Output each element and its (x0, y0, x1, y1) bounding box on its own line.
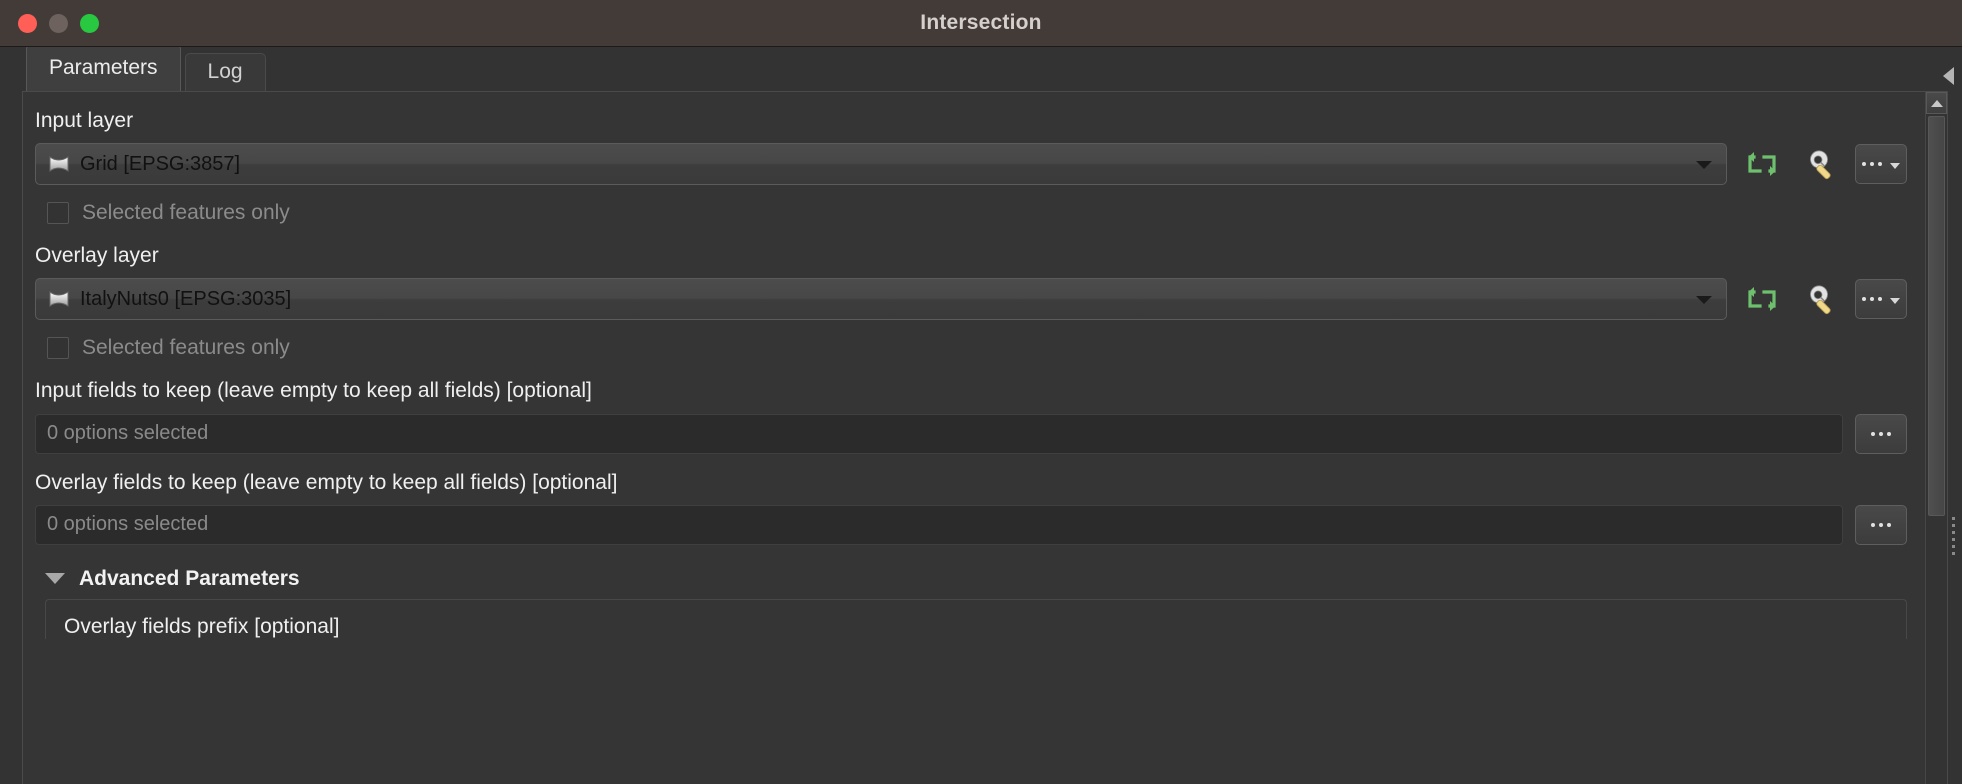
overlay-layer-value: ItalyNuts0 [EPSG:3035] (80, 288, 291, 311)
grip-dot (1952, 517, 1955, 520)
scroll-up-arrow-icon (1931, 100, 1943, 107)
traffic-lights-group (0, 14, 99, 33)
overlay-selected-features-only-checkbox[interactable] (47, 337, 69, 359)
vertical-scrollbar[interactable] (1925, 92, 1947, 784)
input-layer-advanced-options-button[interactable] (1797, 143, 1843, 185)
dot-icon (1879, 523, 1883, 527)
dot-icon (1887, 523, 1891, 527)
tab-bar: Parameters Log (0, 47, 1962, 91)
advanced-parameters-toggle[interactable]: Advanced Parameters (35, 567, 1907, 591)
scroll-up-button[interactable] (1926, 92, 1947, 114)
dot-icon (1878, 162, 1882, 166)
input-selected-features-only-row[interactable]: Selected features only (35, 201, 1907, 225)
grip-dot (1952, 524, 1955, 527)
dot-icon (1871, 523, 1875, 527)
title-bar: Intersection (0, 0, 1962, 47)
parameters-panel: Input layer Grid [EPSG:38 (22, 91, 1948, 784)
input-layer-label: Input layer (35, 108, 1907, 133)
overlay-fields-to-keep-field[interactable]: 0 options selected (35, 505, 1843, 545)
window-title: Intersection (0, 11, 1962, 35)
iterate-features-icon (1745, 149, 1779, 179)
advanced-parameters-title: Advanced Parameters (79, 567, 300, 591)
triangle-down-icon (45, 573, 65, 584)
close-button[interactable] (18, 14, 37, 33)
input-fields-to-keep-field[interactable]: 0 options selected (35, 414, 1843, 454)
collapse-left-arrow-icon[interactable] (1943, 67, 1954, 85)
chevron-down-icon (1890, 163, 1900, 169)
input-layer-value: Grid [EPSG:3857] (80, 153, 240, 176)
iterate-features-icon (1745, 284, 1779, 314)
input-layer-combobox[interactable]: Grid [EPSG:3857] (35, 143, 1727, 185)
intersection-dialog-window: Intersection Parameters Log Input layer (0, 0, 1962, 784)
dot-icon (1870, 297, 1874, 301)
overlay-layer-label: Overlay layer (35, 243, 1907, 268)
dialog-body: Parameters Log Input layer (0, 47, 1962, 784)
dot-icon (1862, 162, 1866, 166)
chevron-down-icon (1696, 161, 1712, 169)
overlay-layer-menu-button[interactable] (1855, 279, 1907, 319)
advanced-parameters-group: Overlay fields prefix [optional] (45, 599, 1907, 639)
grip-dot (1952, 545, 1955, 548)
dot-icon (1871, 432, 1875, 436)
overlay-layer-advanced-options-button[interactable] (1797, 278, 1843, 320)
overlay-fields-prefix-label: Overlay fields prefix [optional] (64, 614, 1890, 639)
overlay-fields-to-keep-value: 0 options selected (47, 513, 208, 536)
input-layer-menu-button[interactable] (1855, 144, 1907, 184)
tab-log[interactable]: Log (185, 53, 266, 91)
input-selected-features-only-checkbox[interactable] (47, 202, 69, 224)
dot-icon (1879, 432, 1883, 436)
tab-parameters[interactable]: Parameters (26, 47, 181, 91)
overlay-layer-iterate-button[interactable] (1739, 278, 1785, 320)
overlay-layer-row: ItalyNuts0 [EPSG:3035] (35, 278, 1907, 320)
dot-icon (1887, 432, 1891, 436)
input-layer-row: Grid [EPSG:3857] (35, 143, 1907, 185)
overlay-selected-features-only-label: Selected features only (82, 336, 290, 360)
grip-dot (1952, 538, 1955, 541)
parameters-form: Input layer Grid [EPSG:38 (23, 92, 1925, 784)
input-fields-to-keep-value: 0 options selected (47, 422, 208, 445)
overlay-layer-combobox[interactable]: ItalyNuts0 [EPSG:3035] (35, 278, 1727, 320)
scrollbar-track[interactable] (1926, 114, 1947, 784)
overlay-fields-to-keep-browse-button[interactable] (1855, 505, 1907, 545)
dot-icon (1870, 162, 1874, 166)
overlay-fields-to-keep-row: 0 options selected (35, 505, 1907, 545)
grip-dot (1952, 531, 1955, 534)
input-layer-iterate-button[interactable] (1739, 143, 1785, 185)
wrench-icon (1803, 148, 1837, 180)
wrench-icon (1803, 283, 1837, 315)
input-selected-features-only-label: Selected features only (82, 201, 290, 225)
grip-dot (1952, 552, 1955, 555)
minimize-button[interactable] (49, 14, 68, 33)
polygon-layer-icon (47, 154, 71, 174)
overlay-fields-to-keep-label: Overlay fields to keep (leave empty to k… (35, 470, 1907, 495)
input-fields-to-keep-label: Input fields to keep (leave empty to kee… (35, 378, 1907, 403)
resize-grip[interactable] (1952, 517, 1959, 555)
input-fields-to-keep-row: 0 options selected (35, 414, 1907, 454)
zoom-button[interactable] (80, 14, 99, 33)
scrollbar-thumb[interactable] (1928, 116, 1945, 516)
dot-icon (1862, 297, 1866, 301)
dot-icon (1878, 297, 1882, 301)
chevron-down-icon (1890, 298, 1900, 304)
overlay-selected-features-only-row[interactable]: Selected features only (35, 336, 1907, 360)
input-fields-to-keep-browse-button[interactable] (1855, 414, 1907, 454)
chevron-down-icon (1696, 296, 1712, 304)
polygon-layer-icon (47, 289, 71, 309)
